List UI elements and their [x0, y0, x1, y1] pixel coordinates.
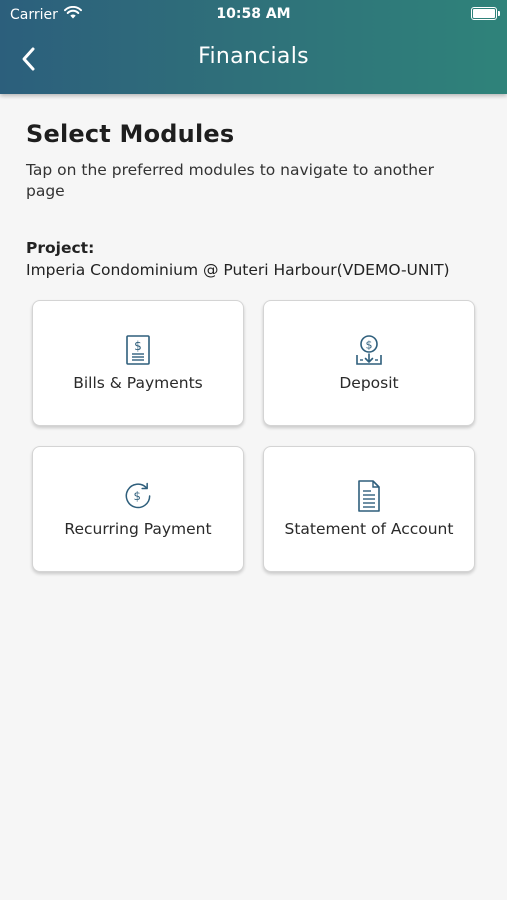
battery-fill: [473, 9, 495, 18]
deposit-card[interactable]: $ Deposit: [263, 300, 475, 426]
project-value: Imperia Condominium @ Puteri Harbour(VDE…: [26, 261, 450, 279]
project-label: Project:: [26, 239, 95, 257]
recurring-payment-label: Recurring Payment: [64, 520, 212, 538]
svg-text:$: $: [133, 489, 140, 503]
deposit-label: Deposit: [339, 374, 399, 392]
recurring-payment-card[interactable]: $ Recurring Payment: [32, 446, 244, 572]
bill-icon: $: [123, 334, 153, 366]
statement-of-account-label: Statement of Account: [284, 520, 454, 538]
recurring-payment-icon: $: [123, 480, 153, 512]
battery-icon: [471, 7, 500, 20]
statement-icon: [354, 480, 384, 512]
page-title: Financials: [198, 44, 309, 69]
svg-text:$: $: [134, 339, 142, 353]
modules-intro: Select Modules Tap on the preferred modu…: [26, 120, 486, 202]
bills-payments-label: Bills & Payments: [73, 374, 203, 392]
app-header: Carrier 10:58 AM Financials: [0, 0, 507, 94]
status-bar: Carrier 10:58 AM: [0, 0, 507, 28]
deposit-icon: $: [354, 334, 384, 366]
svg-text:$: $: [366, 339, 373, 352]
status-time: 10:58 AM: [216, 6, 291, 22]
statement-of-account-card[interactable]: Statement of Account: [263, 446, 475, 572]
section-subheading: Tap on the preferred modules to navigate…: [26, 161, 434, 200]
bills-payments-card[interactable]: $ Bills & Payments: [32, 300, 244, 426]
section-heading: Select Modules: [26, 120, 235, 148]
